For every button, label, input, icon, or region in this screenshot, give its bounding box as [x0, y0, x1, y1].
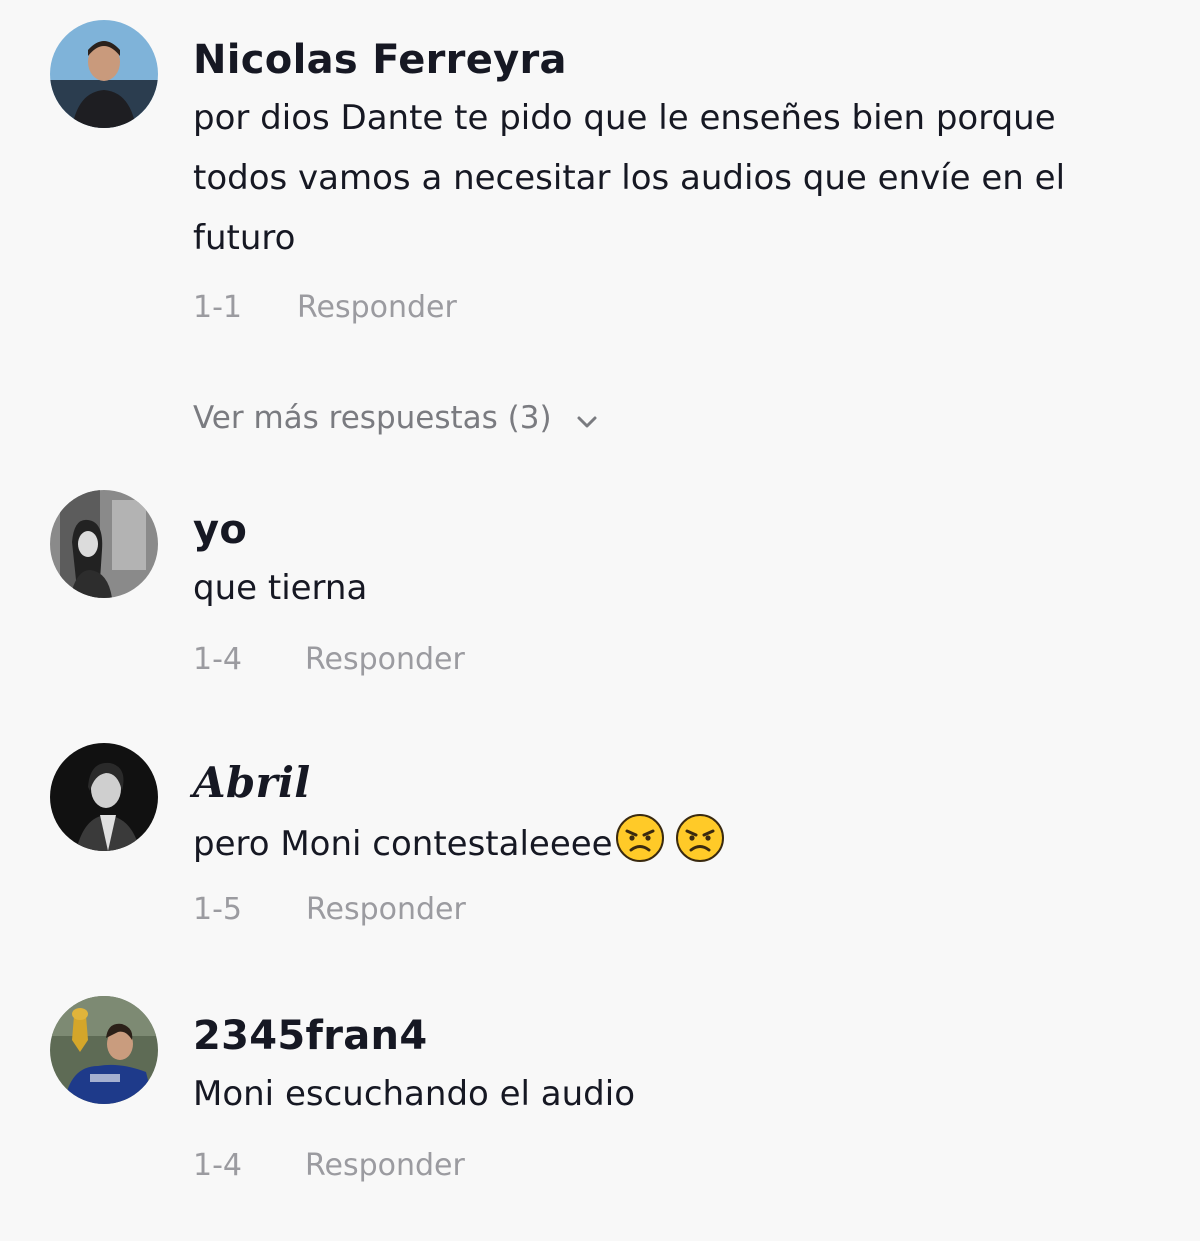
- comment-text-line: futuro: [193, 218, 296, 258]
- avatar[interactable]: [50, 743, 158, 851]
- avatar-photo-icon: [50, 490, 158, 598]
- view-more-replies-label: Ver más respuestas (3): [193, 400, 552, 436]
- comment-text-line: por dios Dante te pido que le enseñes bi…: [193, 98, 1056, 138]
- comment-text-body: pero Moni contestaleeee: [193, 824, 613, 864]
- comment-text: por dios Dante te pido que le enseñes bi…: [193, 88, 1183, 268]
- comment-username[interactable]: 2345fran4: [193, 1014, 1183, 1058]
- comment-text: pero Moni contestaleeee: [193, 813, 1183, 874]
- comment-meta: 1-1 Responder: [193, 288, 1183, 328]
- comment-date: 1-4: [193, 1148, 242, 1183]
- comment-meta: 1-4 Responder: [193, 1146, 1183, 1186]
- comment-date: 1-4: [193, 642, 242, 677]
- comment-meta: 1-4 Responder: [193, 640, 1183, 680]
- comment-content: 2345fran4 Moni escuchando el audio 1-4 R…: [193, 996, 1183, 1186]
- view-more-replies-button[interactable]: Ver más respuestas (3): [193, 398, 600, 438]
- reply-button[interactable]: Responder: [306, 890, 466, 930]
- comment-text: que tierna: [193, 568, 368, 608]
- comment-content: 𝑨𝒃𝒓𝒊𝒍 pero Moni contestaleeee 1-5 Respon…: [193, 743, 1183, 930]
- angry-face-icon: [675, 813, 725, 863]
- comment-content: Nicolas Ferreyra por dios Dante te pido …: [193, 20, 1183, 328]
- avatar-photo-icon: [50, 996, 158, 1104]
- reply-button[interactable]: Responder: [305, 1146, 465, 1186]
- avatar-photo-icon: [50, 20, 158, 128]
- avatar[interactable]: [50, 996, 158, 1104]
- comment-meta: 1-5 Responder: [193, 890, 1183, 930]
- angry-face-icon: [615, 813, 665, 863]
- comment-date: 1-5: [193, 892, 242, 927]
- avatar[interactable]: [50, 20, 158, 128]
- comment-text: Moni escuchando el audio: [193, 1074, 636, 1114]
- comment-content: yo que tierna 1-4 Responder: [193, 490, 1183, 680]
- comment-username[interactable]: yo: [193, 508, 1183, 552]
- avatar[interactable]: [50, 490, 158, 598]
- comment-username[interactable]: Nicolas Ferreyra: [193, 38, 1183, 82]
- comment-username[interactable]: 𝑨𝒃𝒓𝒊𝒍: [193, 761, 1183, 805]
- avatar-photo-icon: [50, 743, 158, 851]
- comment-text-line: todos vamos a necesitar los audios que e…: [193, 158, 1066, 198]
- comment-date: 1-1: [193, 290, 242, 325]
- reply-button[interactable]: Responder: [297, 288, 457, 328]
- reply-button[interactable]: Responder: [305, 640, 465, 680]
- chevron-down-icon: [574, 405, 600, 431]
